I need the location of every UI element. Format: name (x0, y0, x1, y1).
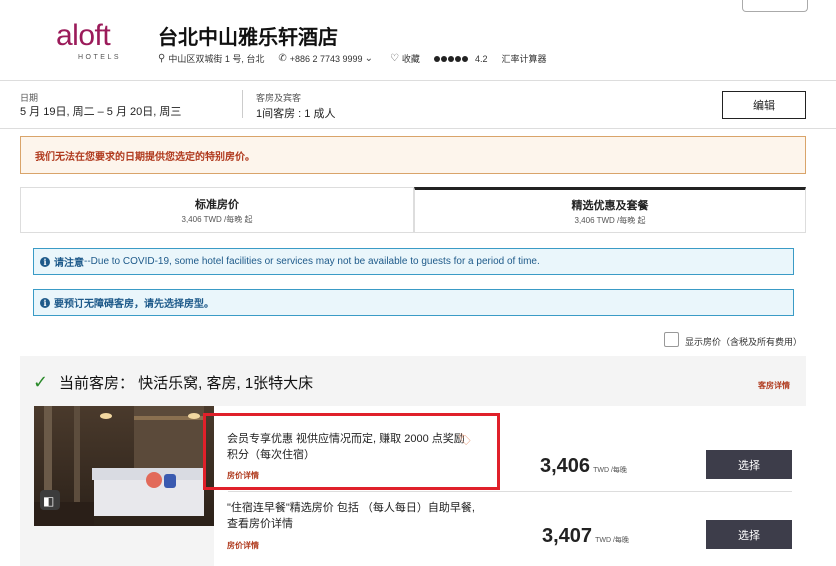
divider (0, 80, 836, 81)
select-rate-button[interactable]: 选择 (706, 450, 792, 479)
edit-button[interactable]: 编辑 (722, 91, 806, 119)
show-total-price-label: 显示房价（含税及所有费用） (685, 337, 803, 347)
notice-text: --Due to COVID-19, some hotel facilities… (84, 256, 540, 267)
current-room-heading: 当前客房： 快活乐窝, 客房, 1张特大床 (59, 375, 314, 392)
rate-details-link[interactable]: 房价详情 (227, 540, 259, 551)
hotel-name: 台北中山雅乐轩酒店 (158, 27, 338, 49)
info-icon: i (40, 256, 50, 267)
svg-text:◧: ◧ (43, 494, 54, 508)
rating-dots (433, 55, 469, 62)
phone-icon: ✆ (278, 53, 287, 64)
tab-title: 精选优惠及套餐 (571, 199, 649, 212)
accessible-room-notice: i 要预订无障碍客房，请先选择房型。 (33, 289, 794, 316)
hotel-meta-row: ⚲ 中山区双城街 1 号, 台北 ✆ +886 2 7743 9999 ⌄ ♡ … (158, 52, 560, 65)
rating-item[interactable]: 4.2 (433, 53, 488, 64)
favorite-item[interactable]: ♡ 收藏 (390, 52, 420, 65)
highlight-box (203, 413, 500, 490)
currency-calculator-link[interactable]: 汇率计算器 (501, 52, 546, 65)
tab-special-offers[interactable]: 精选优惠及套餐 3,406 TWD /每晚 起 (414, 187, 806, 233)
notice-text: 要预订无障碍客房，请先选择房型。 (54, 299, 214, 310)
tab-title: 标准房价 (195, 198, 239, 211)
rating-value: 4.2 (474, 53, 488, 64)
heart-icon: ♡ (389, 53, 399, 64)
covid-notice: i 请注意 --Due to COVID-19, some hotel faci… (33, 248, 794, 275)
top-partial-button[interactable] (742, 0, 808, 12)
rate-unavailable-warning: 我们无法在您要求的日期提供您选定的特别房价。 (20, 136, 806, 174)
divider (228, 491, 792, 492)
show-total-price-checkbox[interactable] (664, 332, 679, 347)
location-pin-icon: ⚲ (158, 53, 166, 64)
checkmark-icon: ✓ (33, 372, 49, 392)
select-rate-button[interactable]: 选择 (706, 520, 792, 549)
chevron-down-icon: ⌄ (364, 53, 373, 64)
rate-price: 3,406 TWD /每晚 (540, 455, 627, 478)
logo-subtext: HOTELS (78, 54, 122, 61)
price-amount: 3,407 (542, 525, 593, 547)
phone-item[interactable]: ✆ +886 2 7743 9999 ⌄ (278, 53, 376, 64)
aloft-logo[interactable]: aloft HOTELS (56, 20, 142, 64)
price-amount: 3,406 (540, 455, 591, 477)
price-unit: TWD /每晚 (595, 537, 629, 544)
phone-text: +886 2 7743 9999 (289, 53, 363, 64)
room-photo[interactable]: ◧ (34, 406, 214, 526)
tab-standard-rates[interactable]: 标准房价 3,406 TWD /每晚 起 (20, 187, 414, 233)
room-details-link[interactable]: 客房详情 (758, 380, 790, 391)
rooms-label: 客房及宾客 (256, 93, 302, 103)
divider (0, 128, 836, 129)
favorite-text: 收藏 (401, 54, 420, 64)
info-icon: i (40, 297, 50, 308)
notice-bold: 请注意 (54, 258, 84, 269)
date-value: 5 月 19日, 周二 – 5 月 20日, 周三 (20, 106, 182, 118)
rate-title: "住宿连早餐"精选房价 包括 （每人每日）自助早餐, 查看房价详情 (227, 502, 475, 530)
divider (242, 90, 243, 118)
tab-subtitle: 3,406 TWD /每晚 起 (574, 215, 646, 225)
price-unit: TWD /每晚 (593, 467, 627, 474)
address-item[interactable]: ⚲ 中山区双城街 1 号, 台北 (158, 52, 264, 65)
logo-wordmark: aloft (56, 19, 111, 52)
rooms-value: 1间客房 : 1 成人 (256, 108, 336, 120)
currency-item[interactable]: 汇率计算器 (501, 52, 546, 65)
tab-subtitle: 3,406 TWD /每晚 起 (181, 214, 253, 224)
address-text: 中山区双城街 1 号, 台北 (168, 54, 265, 64)
rate-price: 3,407 TWD /每晚 (542, 525, 629, 548)
